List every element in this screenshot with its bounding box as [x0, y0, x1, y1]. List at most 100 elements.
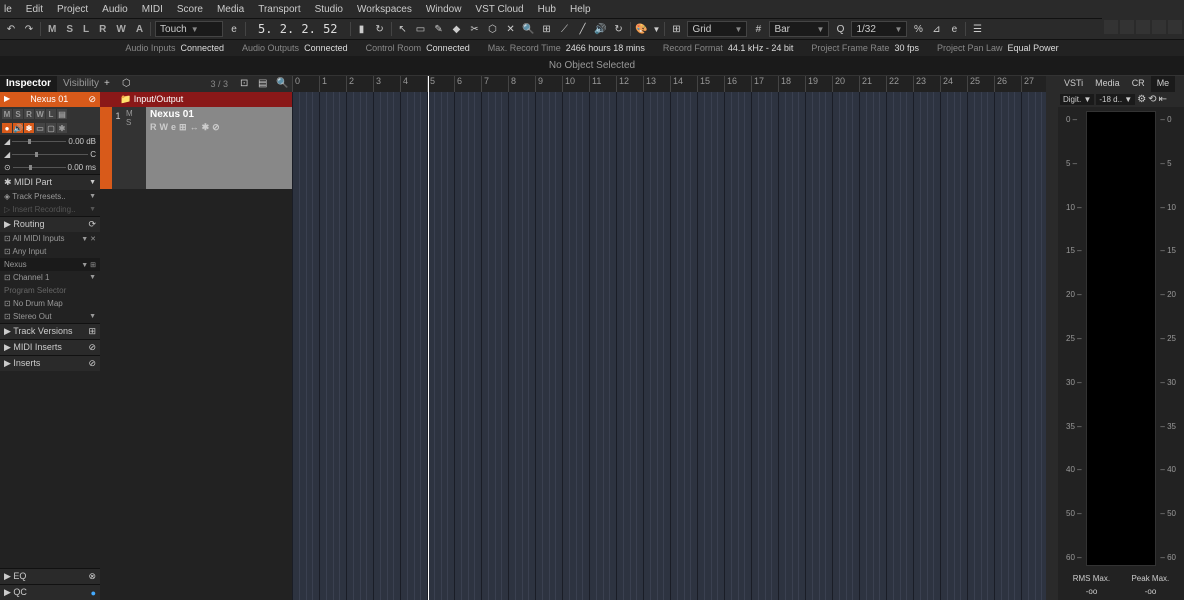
timeline-ruler[interactable]: 0123456789101112131415161718192021222324… — [292, 76, 1046, 92]
meter-digit-dropdown[interactable]: Digit. ▼ — [1060, 94, 1094, 105]
settings-icon[interactable]: ☰ — [970, 22, 984, 36]
insp-monitor-button[interactable]: 🔊 — [13, 123, 23, 133]
track-name[interactable]: Nexus 01 — [150, 109, 288, 120]
menu-score[interactable]: Score — [177, 4, 203, 15]
bypass-icon[interactable]: ⊘ — [88, 94, 96, 105]
menu-audio[interactable]: Audio — [102, 4, 128, 15]
stereo-out-dropdown[interactable]: ⊡ Stereo Out▼ — [0, 310, 100, 323]
automation-mode-dropdown[interactable]: Touch▼ — [155, 21, 223, 37]
drum-map-dropdown[interactable]: ⊡ No Drum Map — [0, 297, 100, 310]
undo-icon[interactable]: ↶ — [4, 22, 18, 36]
filter-icon[interactable]: ▤ — [258, 78, 270, 90]
erase-tool-icon[interactable]: ◆ — [450, 22, 464, 36]
draw-tool-icon[interactable]: ✎ — [432, 22, 446, 36]
program-selector[interactable]: Program Selector — [0, 284, 100, 297]
insp-lane-button[interactable]: ▤ — [57, 109, 67, 119]
pan-slider[interactable] — [12, 154, 88, 155]
playhead[interactable] — [428, 76, 429, 600]
insp-b6-button[interactable]: ✱ — [57, 123, 67, 133]
track-read-button[interactable]: R — [150, 122, 157, 133]
menu-studio[interactable]: Studio — [315, 4, 343, 15]
insp-write-button[interactable]: W — [35, 109, 45, 119]
view-btn-5[interactable] — [1168, 20, 1182, 34]
tab-vsti[interactable]: VSTi — [1058, 76, 1089, 92]
grid-type-dropdown[interactable]: Bar▼ — [769, 21, 829, 37]
delay-slider[interactable] — [13, 167, 66, 168]
quantize-dropdown[interactable]: 1/32▼ — [851, 21, 907, 37]
insp-b4-button[interactable]: ▭ — [35, 123, 45, 133]
timewarp-tool-icon[interactable]: ⟋ — [558, 22, 572, 36]
view-btn-3[interactable] — [1136, 20, 1150, 34]
grid-type-icon[interactable]: # — [751, 22, 765, 36]
quantize-panel-icon[interactable]: e — [947, 22, 961, 36]
section-inserts[interactable]: ▶ Inserts⊘ — [0, 355, 100, 371]
qc-icon[interactable]: ● — [91, 588, 96, 598]
quantize-settings-icon[interactable]: % — [911, 22, 925, 36]
tab-inspector[interactable]: Inspector — [0, 76, 57, 92]
section-midi-inserts[interactable]: ▶ MIDI Inserts⊘ — [0, 339, 100, 355]
track-edit-button[interactable]: e — [171, 122, 176, 133]
track-row[interactable]: 1 M S Nexus 01 R W e ⊞ ↔ ✱ ⊘ — [100, 107, 292, 189]
inserts-icon[interactable]: ⊘ — [88, 358, 96, 369]
channel-dropdown[interactable]: ⊡ Channel 1▼ — [0, 271, 100, 284]
section-track-versions[interactable]: ▶ Track Versions⊞ — [0, 323, 100, 339]
insp-solo-button[interactable]: S — [13, 109, 23, 119]
track-solo-button[interactable]: S — [126, 118, 144, 127]
menu-file[interactable]: le — [4, 4, 12, 15]
section-midi-part[interactable]: ✱ MIDI Part▼ — [0, 174, 100, 190]
menu-midi[interactable]: MIDI — [142, 4, 163, 15]
insert-recording[interactable]: ▷ Insert Recording..▼ — [0, 203, 100, 216]
tab-visibility[interactable]: Visibility — [57, 76, 105, 92]
meter-settings-icon[interactable]: ⚙ — [1137, 94, 1146, 105]
cycle-icon[interactable]: ↻ — [373, 22, 387, 36]
search-track-icon[interactable]: 🔍 — [276, 78, 288, 90]
track-settings-icon[interactable]: ⬡ — [122, 78, 134, 90]
menu-window[interactable]: Window — [426, 4, 462, 15]
tab-cr[interactable]: CR — [1126, 76, 1151, 92]
meter-link-icon[interactable]: ⇤ — [1159, 94, 1167, 105]
midi-input-dropdown[interactable]: ⊡ All MIDI Inputs▼ ✕ — [0, 232, 100, 245]
meter-reset-icon[interactable]: ⟲ — [1148, 94, 1156, 105]
track-mute-button[interactable]: M — [126, 109, 144, 118]
track-name-header[interactable]: ▶Nexus 01⊘ — [0, 92, 100, 107]
track-inst-icon[interactable]: ⊞ — [179, 122, 187, 133]
snap-type-dropdown[interactable]: Grid▼ — [687, 21, 747, 37]
line-tool-icon[interactable]: ╱ — [576, 22, 590, 36]
midi-inserts-icon[interactable]: ⊘ — [88, 342, 96, 353]
insp-record-button[interactable]: ● — [2, 123, 12, 133]
mute-tool-icon[interactable]: ✕ — [504, 22, 518, 36]
insp-mute-button[interactable]: M — [2, 109, 12, 119]
solo-all-button[interactable]: S — [63, 24, 76, 35]
automation-settings-icon[interactable]: e — [227, 22, 241, 36]
menu-hub[interactable]: Hub — [538, 4, 556, 15]
read-button[interactable]: R — [96, 24, 109, 35]
eq-icon[interactable]: ⊗ — [88, 571, 96, 582]
scrollbar-vertical[interactable] — [1046, 76, 1058, 600]
versions-icon[interactable]: ⊞ — [88, 326, 96, 337]
view-btn-2[interactable] — [1120, 20, 1134, 34]
section-qc[interactable]: ▶ QC● — [0, 584, 100, 600]
mute-all-button[interactable]: M — [45, 24, 59, 35]
menu-help[interactable]: Help — [570, 4, 591, 15]
menu-edit[interactable]: Edit — [26, 4, 43, 15]
glue-tool-icon[interactable]: ⬡ — [486, 22, 500, 36]
menu-workspaces[interactable]: Workspaces — [357, 4, 412, 15]
any-input-dropdown[interactable]: ⊡ Any Input — [0, 245, 100, 258]
section-eq[interactable]: ▶ EQ⊗ — [0, 568, 100, 584]
track-presets[interactable]: ◈ Track Presets..▼ — [0, 190, 100, 203]
routing-bypass-icon[interactable]: ⟳ — [88, 219, 96, 230]
add-track-icon[interactable]: + — [104, 78, 116, 90]
comp-tool-icon[interactable]: ⊞ — [540, 22, 554, 36]
redo-icon[interactable]: ↷ — [22, 22, 36, 36]
play-tool-icon[interactable]: 🔊 — [594, 22, 608, 36]
color-tool-icon[interactable]: ↻ — [612, 22, 626, 36]
menu-media[interactable]: Media — [217, 4, 244, 15]
automation-button[interactable]: A — [133, 24, 146, 35]
track-write-button[interactable]: W — [160, 122, 169, 133]
position-display[interactable]: 5. 2. 2. 52 — [250, 22, 345, 36]
range-tool-icon[interactable]: ▭ — [414, 22, 428, 36]
select-tool-icon[interactable]: ↖ — [396, 22, 410, 36]
meter-scale-dropdown[interactable]: -18 d.. ▼ — [1096, 94, 1135, 105]
track-color-strip[interactable] — [100, 107, 112, 189]
snap-icon[interactable]: ⊞ — [669, 22, 683, 36]
